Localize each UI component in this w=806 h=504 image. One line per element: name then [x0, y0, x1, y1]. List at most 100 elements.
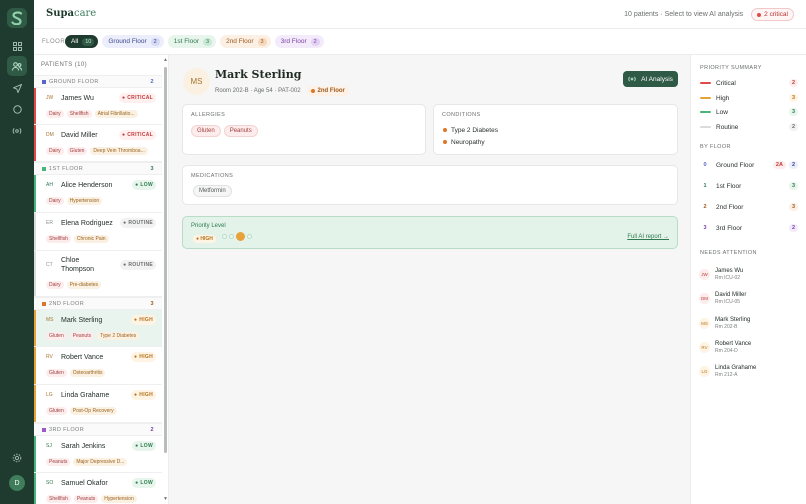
condition-tag: Atrial Fibrillatio... — [94, 110, 138, 118]
patient-initials: AH — [46, 182, 53, 188]
group-1st-floor: 1ST FLOOR 3 — [34, 162, 162, 175]
nav-dashboard[interactable] — [7, 36, 27, 56]
priority-badge: ● HIGH — [130, 352, 156, 362]
patient-name: Chloe Thompson — [61, 257, 95, 273]
floor-3rd[interactable]: 3 3rd Floor 2 — [700, 222, 798, 234]
allergy-tag: Gluten — [46, 407, 67, 415]
attention-item[interactable]: MS Mark Sterling Rm 202-B — [699, 312, 797, 334]
by-floor-title: BY FLOOR — [700, 144, 731, 150]
patient-row-selected[interactable]: MS Mark Sterling ● HIGH Gluten Peanuts Type … — [34, 310, 162, 347]
floor-badge: 2nd Floor — [306, 86, 349, 96]
medication-pill: Metformin — [193, 185, 232, 197]
grid-icon — [12, 41, 22, 51]
condition-tag: Pre-diabetes — [66, 281, 102, 289]
summary-critical[interactable]: Critical 2 — [700, 77, 798, 89]
critical-dot-icon — [757, 12, 762, 17]
list-scrollbar-thumb[interactable] — [164, 67, 167, 453]
critical-badge[interactable]: 2 critical — [751, 8, 794, 21]
condition-tag: Hypertension — [101, 495, 137, 503]
priority-badge: ● CRITICAL — [118, 130, 156, 140]
attention-item[interactable]: DM David Miller Rm ICU-05 — [699, 287, 797, 309]
patient-list: PATIENTS (10) GROUND FLOOR 2 JW James Wu ● … — [34, 55, 169, 504]
patient-name: Robert Vance — [61, 353, 104, 361]
allergy-tag: Dairy — [46, 110, 64, 118]
allergy-tag: Shellfish — [66, 110, 92, 118]
allergy-tag: Gluten — [46, 369, 67, 377]
floor-2nd[interactable]: 2 2nd Floor 3 — [700, 201, 798, 213]
patient-initials: MS — [46, 317, 54, 323]
patient-initials: DM — [46, 132, 54, 138]
patient-name: James Wu — [61, 94, 94, 102]
conditions-card: CONDITIONS Type 2 Diabetes Neuropathy — [433, 104, 678, 155]
priority-badge: ● CRITICAL — [118, 93, 156, 103]
scroll-up-icon[interactable]: ▲ — [163, 57, 168, 63]
patient-row[interactable]: AH Alice Henderson ● LOW Dairy Hypertension — [34, 175, 162, 213]
scroll-down-icon[interactable]: ▼ — [163, 496, 168, 502]
patient-row[interactable]: LG Linda Grahame ● HIGH Gluten Post-Op Reco… — [34, 385, 162, 423]
patient-initials: SJ — [46, 443, 52, 449]
chip-3rd-floor[interactable]: 3rd Floor 2 — [274, 35, 324, 48]
chip-ground-floor[interactable]: Ground Floor 2 — [102, 35, 164, 48]
patient-name: David Miller — [61, 131, 98, 139]
floor-chips: All 10 Ground Floor 2 1st Floor 3 2nd Floor… — [65, 35, 324, 48]
attention-item[interactable]: LG Linda Grahame Rm 212-A — [699, 360, 797, 382]
floor-1st[interactable]: 1 1st Floor 3 — [700, 180, 798, 192]
nav-send[interactable] — [7, 78, 27, 98]
priority-step-active — [236, 232, 245, 241]
settings-button[interactable] — [7, 448, 27, 468]
summary-high[interactable]: High 3 — [700, 92, 798, 104]
condition-item: Type 2 Diabetes — [443, 124, 498, 136]
patient-row[interactable]: ER Elena Rodriguez ● ROUTINE Shellfish Chro… — [34, 213, 162, 251]
patient-row[interactable]: RV Robert Vance ● HIGH Gluten Osteoarthriti… — [34, 347, 162, 385]
attention-item[interactable]: JW James Wu Rm ICU-02 — [699, 263, 797, 285]
patient-list-title: PATIENTS (10) — [41, 62, 87, 68]
summary-routine[interactable]: Routine 2 — [700, 121, 798, 133]
gear-icon — [12, 453, 22, 463]
ai-analysis-button[interactable]: AI Analysis — [623, 71, 678, 87]
floor-filter-bar: FLOOR All 10 Ground Floor 2 1st Floor 3 2nd… — [34, 29, 806, 55]
patient-name: Mark Sterling — [61, 316, 103, 324]
chip-2nd-floor[interactable]: 2nd Floor 3 — [220, 35, 271, 48]
patient-list-scroll[interactable]: GROUND FLOOR 2 JW James Wu ● CRITICAL Dairy… — [34, 75, 162, 504]
priority-badge: ● LOW — [132, 478, 156, 488]
patient-row[interactable]: CT Chloe Thompson ● ROUTINE Dairy Pre-diabet… — [34, 251, 162, 297]
patient-meta: Room 202-B · Age 54 · PAT-002 2nd Floor — [215, 86, 349, 96]
patient-avatar: MS — [183, 68, 210, 95]
nav-ai[interactable] — [7, 121, 27, 141]
allergy-tag: Gluten — [46, 332, 67, 340]
circle-icon — [12, 104, 22, 114]
nav-patients[interactable] — [7, 56, 27, 76]
priority-badge: ● HIGH — [130, 390, 156, 400]
group-3rd-floor: 3RD FLOOR 2 — [34, 423, 162, 436]
allergy-tag: Shellfish — [46, 235, 71, 243]
priority-badge: ● LOW — [132, 180, 156, 190]
patient-row[interactable]: DM David Miller ● CRITICAL Dairy Gluten Deep… — [34, 125, 162, 162]
patient-row[interactable]: JW James Wu ● CRITICAL Dairy Shellfish Atria… — [34, 88, 162, 125]
priority-summary-title: PRIORITY SUMMARY — [700, 65, 762, 71]
app-logo[interactable] — [7, 8, 27, 28]
priority-step — [229, 234, 234, 239]
patient-initials: CT — [46, 262, 53, 268]
attention-item[interactable]: RV Robert Vance Rm 204-D — [699, 336, 797, 358]
patient-row[interactable]: SJ Sarah Jenkins ● LOW Peanuts Major Depres… — [34, 436, 162, 473]
priority-step — [247, 234, 252, 239]
patient-title: Mark Sterling — [215, 68, 302, 81]
patient-name: Linda Grahame — [61, 391, 110, 399]
patient-row[interactable]: SO Samuel Okafor ● LOW Shellfish Peanuts Hyp… — [34, 473, 162, 504]
priority-level-card: Priority Level ● HIGH Full AI report → — [182, 216, 678, 249]
allergy-tag: Dairy — [46, 281, 64, 289]
users-icon — [12, 61, 22, 71]
nav-circle[interactable] — [7, 99, 27, 119]
group-ground-floor: GROUND FLOOR 2 — [34, 75, 162, 88]
summary-low[interactable]: Low 3 — [700, 106, 798, 118]
send-icon — [12, 83, 22, 93]
patient-initials: JW — [46, 95, 54, 101]
chip-1st-floor[interactable]: 1st Floor 3 — [167, 35, 217, 48]
summary-panel: PRIORITY SUMMARY Critical 2 High 3 Low 3 Ro… — [690, 55, 806, 504]
user-avatar[interactable]: D — [9, 475, 25, 491]
patient-name: Alice Henderson — [61, 181, 113, 189]
chip-all[interactable]: All 10 — [65, 35, 99, 48]
floor-ground[interactable]: 0 Ground Floor 2A 2 — [700, 159, 798, 171]
brand-name: Supacare — [46, 8, 97, 19]
full-ai-report-link[interactable]: Full AI report → — [627, 234, 669, 240]
